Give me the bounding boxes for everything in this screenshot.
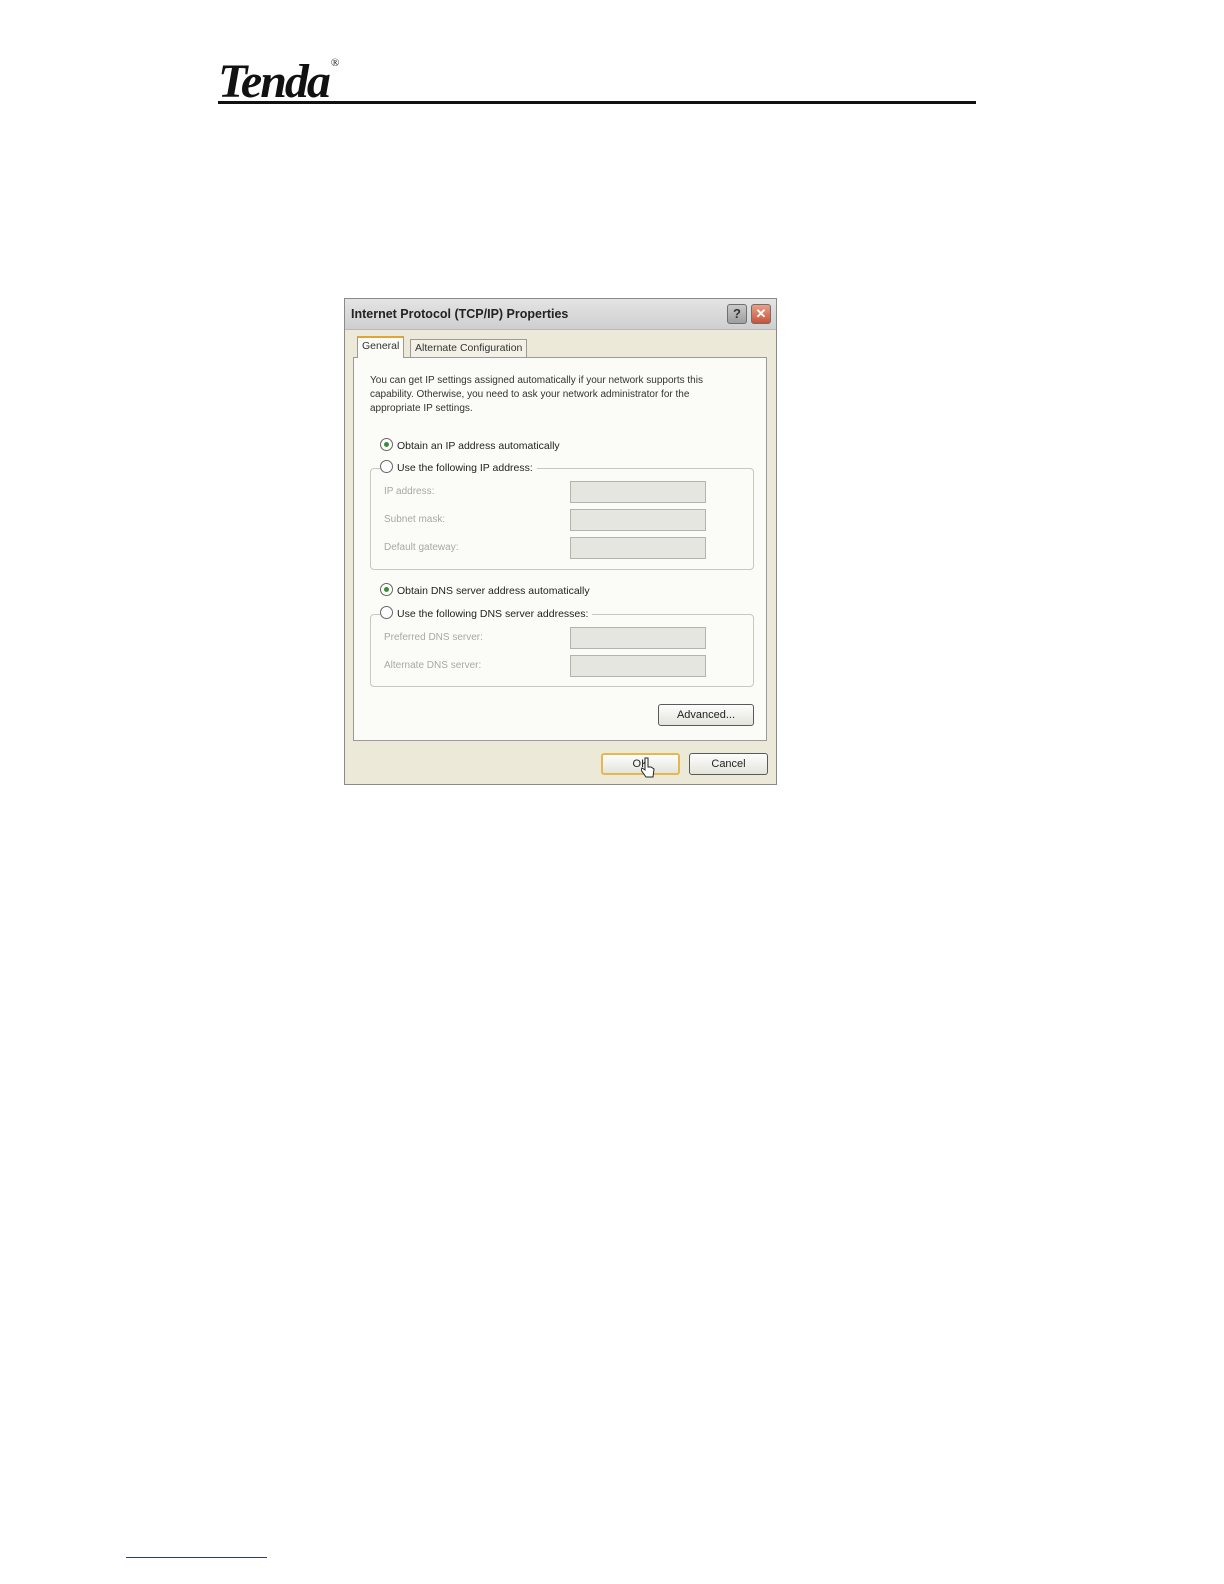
obtain-ip-auto-option[interactable]: Obtain an IP address automatically xyxy=(380,438,560,452)
radio-obtain-dns-auto[interactable] xyxy=(380,583,393,596)
help-button[interactable]: ? xyxy=(727,304,747,324)
tenda-logo: Tenda ® xyxy=(218,57,339,106)
footer-rule xyxy=(126,1557,267,1558)
obtain-dns-auto-label: Obtain DNS server address automatically xyxy=(397,585,590,597)
intro-text: You can get IP settings assigned automat… xyxy=(370,375,703,414)
tab-general[interactable]: General xyxy=(357,336,405,358)
subnet-mask-label: Subnet mask: xyxy=(384,514,446,525)
dialog-title: Internet Protocol (TCP/IP) Properties xyxy=(351,307,569,321)
default-gateway-label: Default gateway: xyxy=(384,542,459,553)
radio-obtain-ip-auto[interactable] xyxy=(380,438,393,451)
obtain-ip-auto-label: Obtain an IP address automatically xyxy=(397,440,560,452)
hand-cursor-icon xyxy=(641,757,655,778)
use-following-dns-label: Use the following DNS server addresses: xyxy=(397,608,589,620)
use-ip-option[interactable]: Use the following IP address: xyxy=(380,460,537,474)
preferred-dns-input[interactable] xyxy=(570,627,706,649)
general-panel: You can get IP settings assigned automat… xyxy=(353,357,767,741)
alternate-dns-input[interactable] xyxy=(570,655,706,677)
subnet-mask-input[interactable] xyxy=(570,509,706,531)
header-rule xyxy=(218,101,976,104)
radio-use-following-dns[interactable] xyxy=(380,606,393,619)
preferred-dns-label: Preferred DNS server: xyxy=(384,632,483,643)
obtain-dns-auto-option[interactable]: Obtain DNS server address automatically xyxy=(380,583,590,597)
radio-use-following-ip[interactable] xyxy=(380,460,393,473)
use-dns-option[interactable]: Use the following DNS server addresses: xyxy=(380,606,593,620)
cancel-button[interactable]: Cancel xyxy=(689,753,768,775)
close-button[interactable]: ✕ xyxy=(751,304,771,324)
default-gateway-input[interactable] xyxy=(570,537,706,559)
registered-mark: ® xyxy=(330,57,339,69)
use-following-ip-label: Use the following IP address: xyxy=(397,462,533,474)
title-bar: Internet Protocol (TCP/IP) Properties ? … xyxy=(345,299,776,330)
tcpip-properties-dialog: Internet Protocol (TCP/IP) Properties ? … xyxy=(344,298,777,785)
alternate-dns-label: Alternate DNS server: xyxy=(384,660,482,671)
advanced-button[interactable]: Advanced... xyxy=(658,704,754,726)
tab-alternate-configuration[interactable]: Alternate Configuration xyxy=(410,339,528,357)
ip-address-input[interactable] xyxy=(570,481,706,503)
ip-address-label: IP address: xyxy=(384,486,435,497)
